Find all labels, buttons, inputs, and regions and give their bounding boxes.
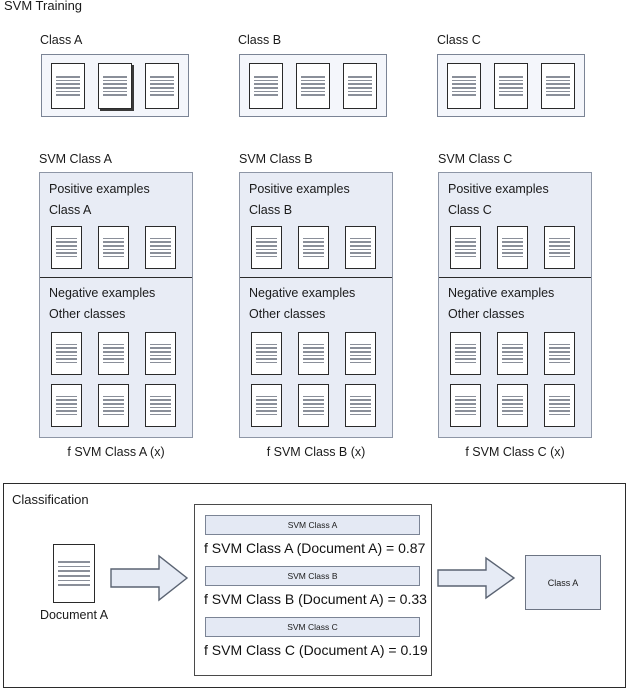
positive-subheading: Class B	[249, 203, 293, 217]
document-icon	[345, 332, 376, 375]
score-line-b: f SVM Class B (Document A) = 0.33	[204, 591, 427, 607]
svm-panel-b: Positive examples Class B Negative examp…	[239, 172, 393, 438]
document-icon	[298, 332, 329, 375]
document-icon	[544, 384, 575, 427]
score-line-a: f SVM Class A (Document A) = 0.87	[204, 540, 426, 556]
panel-divider	[439, 277, 591, 278]
document-icon	[497, 384, 528, 427]
class-box-b	[239, 54, 387, 117]
input-document-label: Document A	[39, 608, 109, 622]
arrow-right-icon	[110, 554, 189, 602]
panel-divider	[40, 277, 192, 278]
class-label-a: Class A	[40, 33, 83, 47]
document-icon	[345, 226, 376, 269]
document-icon	[497, 226, 528, 269]
document-icon	[51, 63, 85, 109]
class-box-a	[41, 54, 189, 117]
positive-heading: Positive examples	[49, 182, 150, 196]
function-caption-a: f SVM Class A (x)	[67, 445, 165, 459]
document-icon	[494, 63, 528, 109]
negative-heading: Negative examples	[448, 286, 555, 300]
negative-subheading: Other classes	[49, 307, 126, 321]
result-class-box: Class A	[525, 555, 601, 610]
document-icon	[497, 332, 528, 375]
document-icon	[51, 384, 82, 427]
negative-subheading: Other classes	[249, 307, 326, 321]
document-icon	[251, 226, 282, 269]
svm-panel-title-b: SVM Class B	[239, 152, 313, 166]
document-icon	[541, 63, 575, 109]
class-label-b: Class B	[238, 33, 282, 47]
document-icon	[145, 63, 179, 109]
negative-subheading: Other classes	[448, 307, 525, 321]
positive-subheading: Class C	[448, 203, 492, 217]
positive-heading: Positive examples	[448, 182, 549, 196]
document-icon	[544, 332, 575, 375]
document-icon	[296, 63, 330, 109]
svm-pill-b[interactable]: SVM Class B	[205, 566, 420, 586]
function-caption-c: f SVM Class C (x)	[465, 445, 565, 459]
document-icon	[298, 384, 329, 427]
svm-pill-a[interactable]: SVM Class A	[205, 515, 420, 535]
document-icon	[249, 63, 283, 109]
document-icon	[447, 63, 481, 109]
document-icon	[450, 332, 481, 375]
document-icon	[544, 226, 575, 269]
document-icon	[343, 63, 377, 109]
result-class-label: Class A	[547, 577, 579, 588]
classification-title: Classification	[12, 492, 89, 507]
page-title: SVM Training	[4, 0, 83, 13]
negative-heading: Negative examples	[49, 286, 156, 300]
positive-heading: Positive examples	[249, 182, 350, 196]
document-icon	[51, 226, 82, 269]
score-panel: SVM Class A f SVM Class A (Document A) =…	[194, 504, 432, 676]
document-icon	[298, 226, 329, 269]
arrow-right-icon	[437, 556, 516, 600]
document-icon	[145, 384, 176, 427]
input-document-icon	[53, 544, 95, 603]
svm-panel-title-a: SVM Class A	[39, 152, 112, 166]
document-icon	[98, 332, 129, 375]
document-icon	[450, 384, 481, 427]
svm-panel-title-c: SVM Class C	[438, 152, 513, 166]
score-line-c: f SVM Class C (Document A) = 0.19	[204, 642, 428, 658]
document-icon	[345, 384, 376, 427]
function-caption-b: f SVM Class B (x)	[266, 445, 366, 459]
diagram-canvas: SVM Training Class A Class B Class C SVM…	[0, 0, 629, 691]
document-icon	[251, 384, 282, 427]
positive-subheading: Class A	[49, 203, 92, 217]
document-icon	[98, 226, 129, 269]
document-icon	[51, 332, 82, 375]
classification-section: Classification Document A SVM Class A f …	[3, 483, 626, 688]
panel-divider	[240, 277, 392, 278]
document-icon	[98, 63, 132, 109]
document-icon	[98, 384, 129, 427]
svm-pill-c[interactable]: SVM Class C	[205, 617, 420, 637]
document-icon	[251, 332, 282, 375]
document-icon	[450, 226, 481, 269]
negative-heading: Negative examples	[249, 286, 356, 300]
document-icon	[145, 226, 176, 269]
svm-panel-c: Positive examples Class C Negative examp…	[438, 172, 592, 438]
class-box-c	[437, 54, 585, 117]
svm-panel-a: Positive examples Class A Negative examp…	[39, 172, 193, 438]
document-icon	[145, 332, 176, 375]
class-label-c: Class C	[437, 33, 481, 47]
